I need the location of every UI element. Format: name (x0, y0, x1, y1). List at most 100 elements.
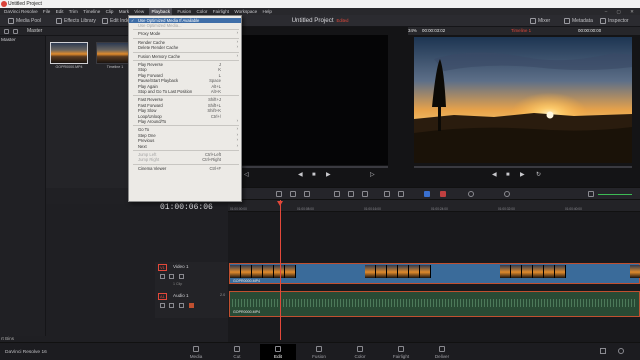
menu-fairlight[interactable]: Fairlight (213, 8, 229, 15)
timeline-current-timecode[interactable]: 01:00:06:06 (160, 203, 220, 212)
play-icon[interactable]: ▶ (520, 170, 525, 180)
play-icon[interactable]: ▶ (326, 170, 331, 180)
selection-tool-icon[interactable] (276, 191, 282, 197)
auto-select-icon[interactable] (169, 303, 174, 308)
menu-timeline[interactable]: Timeline (83, 8, 100, 15)
zoom-in-icon[interactable] (504, 191, 510, 197)
bin-list-icon[interactable] (4, 29, 9, 34)
menu-bar: DaVinci Resolve File Edit Trim Timeline … (0, 8, 640, 15)
playhead-marker[interactable] (277, 201, 283, 206)
menu-mark[interactable]: Mark (119, 8, 129, 15)
a1-track-id[interactable]: A1 (158, 293, 167, 300)
menu-item-label: Jump Right (138, 157, 160, 163)
menu-item-label: Pause/Start Playback (138, 78, 179, 84)
window-controls[interactable]: – ▢ ✕ (605, 8, 638, 15)
menu-item-label: Render Cache (138, 39, 166, 45)
menu-playback[interactable]: Playback (149, 8, 173, 15)
bin-label: Master (27, 28, 43, 34)
clip-thumbnail-gopr0000[interactable] (50, 42, 88, 64)
timeline-selector[interactable]: Timeline 1 (511, 27, 531, 35)
media-pool-button[interactable]: Media Pool (8, 17, 41, 25)
sidebar-toggle-icon[interactable] (13, 29, 18, 34)
play-reverse-icon[interactable]: ◀ (492, 170, 497, 180)
smart-bins-label[interactable]: rt Bins (1, 336, 14, 341)
page-edit[interactable]: Edit (260, 344, 296, 360)
fairlight-page-icon (398, 346, 404, 352)
menu-clip[interactable]: Clip (106, 8, 114, 15)
source-viewer-screen[interactable] (242, 35, 388, 165)
page-media[interactable]: Media (178, 344, 214, 360)
playback-menu-item[interactable]: Fusion Memory Cache (129, 52, 241, 59)
video-enable-icon[interactable] (179, 274, 184, 279)
overwrite-clip-icon[interactable] (348, 191, 354, 197)
menu-fusion[interactable]: Fusion (177, 8, 191, 15)
playback-menu-item[interactable]: Play Around/To (129, 118, 241, 124)
stop-icon[interactable]: ■ (506, 170, 510, 180)
source-scrub-bar[interactable] (242, 166, 388, 168)
solo-icon[interactable] (179, 303, 184, 308)
menu-item-label: Fast Forward (138, 102, 163, 108)
settings-icon[interactable] (618, 348, 624, 354)
blade-tool-icon[interactable] (304, 191, 310, 197)
program-viewer-screen[interactable] (414, 37, 632, 163)
snapping-icon[interactable] (384, 191, 390, 197)
playback-menu-item[interactable]: Proxy Mode (129, 30, 241, 36)
mixer-button[interactable]: Mixer (530, 17, 550, 25)
menu-view[interactable]: View (134, 8, 144, 15)
page-color[interactable]: Color (342, 344, 378, 360)
v1-track-id[interactable]: V1 (158, 264, 167, 271)
insert-clip-icon[interactable] (334, 191, 340, 197)
page-cut[interactable]: Cut (219, 344, 255, 360)
lock-icon[interactable] (160, 303, 165, 308)
window-title-bar: Untitled Project (0, 0, 640, 8)
stop-icon[interactable]: ■ (312, 170, 316, 180)
menu-color[interactable]: Color (196, 8, 207, 15)
menu-help[interactable]: Help (263, 8, 272, 15)
trim-tool-icon[interactable] (290, 191, 296, 197)
page-deliver[interactable]: Deliver (424, 344, 460, 360)
bin-sidebar: Master rt Bins Keywords (0, 36, 46, 356)
playback-menu-item[interactable]: Cinema Viewer Ctrl+F (129, 166, 241, 171)
deliver-page-icon (439, 346, 445, 352)
auto-select-icon[interactable] (169, 274, 174, 279)
volume-icon[interactable] (588, 191, 594, 197)
zoom-level[interactable]: 34% (408, 27, 417, 35)
volume-slider[interactable] (598, 194, 632, 195)
replace-clip-icon[interactable] (362, 191, 368, 197)
marker-icon[interactable] (440, 191, 446, 197)
audio-clip[interactable]: GOPR0000.MP4 (229, 291, 640, 317)
sidebar-item-master[interactable]: Master (1, 38, 16, 43)
page-fusion[interactable]: Fusion (301, 344, 337, 360)
playhead-line[interactable] (280, 200, 281, 340)
edit-index-button[interactable]: Edit Inde (102, 17, 130, 25)
play-reverse-icon[interactable]: ◀ (298, 170, 303, 180)
menu-trim[interactable]: Trim (69, 8, 78, 15)
timeline-ruler[interactable]: 01:00:00:00 01:00:08:00 01:00:16:00 01:0… (228, 200, 640, 212)
page-fairlight[interactable]: Fairlight (383, 344, 419, 360)
davinci-resolve-window: Untitled Project DaVinci Resolve File Ed… (0, 0, 640, 360)
playback-menu-item[interactable]: Stop and Go To Last Position Alt+K (129, 89, 241, 94)
menu-davinci[interactable]: DaVinci Resolve (4, 8, 38, 15)
zoom-out-icon[interactable] (468, 191, 474, 197)
next-frame-icon[interactable]: ▷ (370, 170, 375, 180)
flag-icon[interactable] (424, 191, 430, 197)
menu-item-label: Play Forward (138, 72, 163, 78)
video-clip[interactable]: GOPR0000.MP4 (229, 263, 640, 284)
prev-frame-icon[interactable]: ◁ (244, 170, 249, 180)
effects-library-button[interactable]: Effects Library (56, 17, 96, 25)
menu-item-label: Use Optimized Media... (138, 22, 182, 28)
mute-icon[interactable] (189, 303, 194, 308)
timeline-toolbar (228, 187, 640, 200)
menu-workspace[interactable]: Workspace (234, 8, 257, 15)
metadata-button[interactable]: Metadata (564, 17, 593, 25)
link-icon[interactable] (398, 191, 404, 197)
inspector-button[interactable]: Inspector (600, 17, 629, 25)
playback-menu-item[interactable]: Delete Render Cache (129, 44, 241, 50)
lock-icon[interactable] (160, 274, 165, 279)
menu-file[interactable]: File (43, 8, 50, 15)
program-scrub-bar[interactable] (414, 166, 632, 168)
playback-menu-item[interactable]: Next (129, 142, 241, 149)
home-icon[interactable] (600, 348, 606, 354)
menu-edit[interactable]: Edit (56, 8, 64, 15)
loop-icon[interactable]: ↻ (536, 170, 541, 180)
